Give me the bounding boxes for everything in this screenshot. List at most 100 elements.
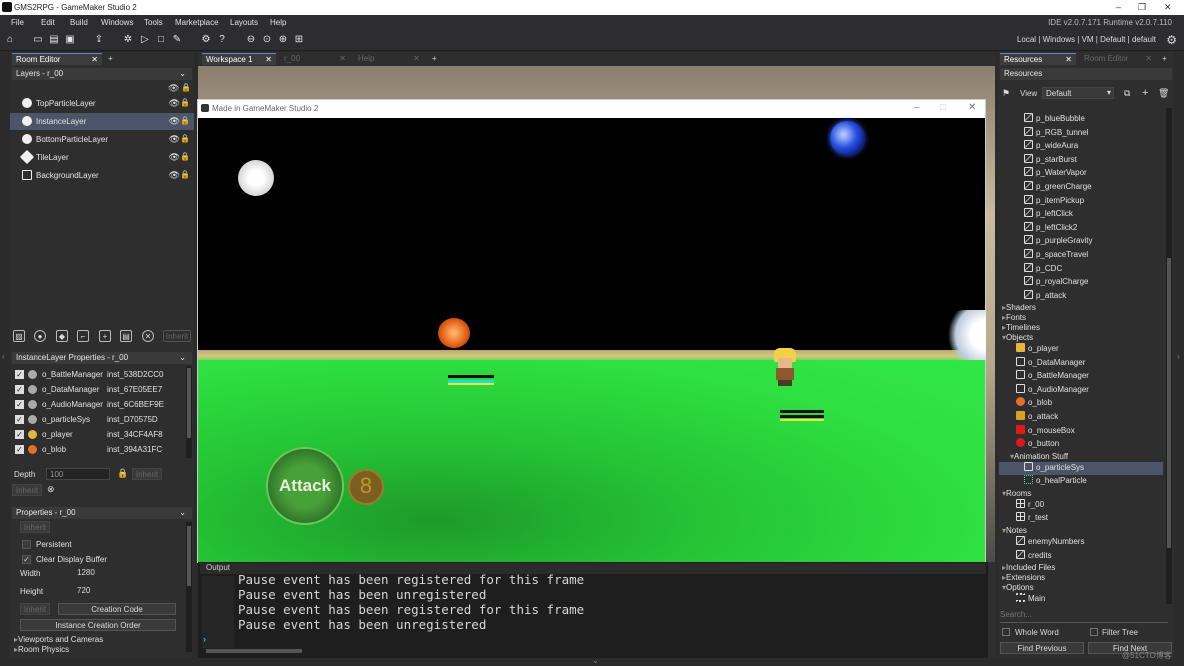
- resource-item[interactable]: o_button: [1016, 438, 1059, 451]
- layers-header[interactable]: Layers - r_00 ⌄: [12, 68, 192, 80]
- close-tab-icon[interactable]: ✕: [91, 55, 98, 64]
- home-icon[interactable]: ⌂: [4, 34, 16, 46]
- blob-enemy-sprite[interactable]: [438, 318, 470, 348]
- output-hscrollbar[interactable]: [202, 648, 980, 654]
- minimize-icon[interactable]: –: [914, 102, 920, 113]
- inherit-code-button[interactable]: Inherit: [20, 603, 50, 615]
- width-input[interactable]: 1280: [74, 567, 124, 579]
- instance-row[interactable]: ✓ o_player inst_34CF4AF8: [10, 427, 186, 442]
- resource-item[interactable]: p_leftClick: [1024, 208, 1073, 221]
- lock-icon[interactable]: 🔒: [180, 98, 190, 107]
- instance-row[interactable]: ✓ o_blob inst_394A31FC: [10, 442, 186, 457]
- viewports-section[interactable]: Viewports and Cameras: [14, 635, 103, 644]
- add-tab-icon[interactable]: +: [1158, 53, 1172, 65]
- checkbox[interactable]: ✓: [15, 400, 24, 409]
- tab-resources[interactable]: Resources ✕: [1000, 53, 1076, 65]
- view-select[interactable]: Default ▾: [1042, 87, 1114, 99]
- layer-instance[interactable]: InstanceLayer 👁 🔒: [10, 113, 194, 130]
- whole-word-checkbox[interactable]: [1002, 628, 1010, 636]
- resource-item[interactable]: enemyNumbers: [1016, 535, 1084, 549]
- checkbox[interactable]: ✓: [15, 430, 24, 439]
- resource-item[interactable]: p_itemPickup: [1024, 194, 1084, 208]
- room-physics-section[interactable]: Room Physics: [14, 645, 69, 654]
- add-background-layer-icon[interactable]: ▨: [13, 330, 25, 342]
- preferences-gear-icon[interactable]: ⚙: [1166, 33, 1177, 47]
- resource-item[interactable]: p_royalCharge: [1024, 276, 1088, 289]
- properties-header[interactable]: Properties - r_00 ⌄: [12, 507, 192, 519]
- debug-icon[interactable]: ✲: [122, 34, 134, 46]
- close-window-icon[interactable]: ✕: [1164, 2, 1172, 13]
- add-path-layer-icon[interactable]: ⌐: [77, 330, 89, 342]
- lock-icon[interactable]: 🔒: [117, 468, 128, 479]
- add-tab-icon[interactable]: +: [104, 53, 118, 65]
- resource-item[interactable]: o_BattleManager: [1016, 370, 1089, 383]
- layer-top-particle[interactable]: TopParticleLayer 👁 🔒: [10, 95, 194, 112]
- eye-icon[interactable]: 👁: [169, 170, 180, 181]
- resource-group[interactable]: Options: [1002, 583, 1034, 592]
- lock-icon[interactable]: 🔒: [181, 83, 191, 92]
- layer-tile[interactable]: TileLayer 👁 🔒: [10, 149, 194, 166]
- resources-scrollbar[interactable]: [1166, 108, 1172, 604]
- resource-item[interactable]: o_particleSys: [999, 461, 1163, 475]
- resource-item[interactable]: p_wideAura: [1024, 140, 1078, 153]
- menu-help[interactable]: Help: [270, 18, 286, 27]
- zoom-in-icon[interactable]: ⊕: [277, 34, 289, 46]
- instance-row[interactable]: ✓ o_DataManager inst_67E05EE7: [10, 382, 186, 397]
- close-tab-icon[interactable]: ✕: [265, 55, 272, 64]
- eye-icon[interactable]: 👁: [169, 98, 180, 109]
- resource-item[interactable]: p_starBurst: [1024, 153, 1077, 167]
- resource-item[interactable]: p_spaceTravel: [1024, 249, 1088, 262]
- reset-circle-icon[interactable]: ⊗: [47, 484, 55, 495]
- resource-item[interactable]: o_AudioManager: [1016, 383, 1089, 397]
- inherit-room-button[interactable]: Inherit: [20, 521, 50, 533]
- eye-icon[interactable]: 👁: [169, 116, 180, 127]
- menu-tools[interactable]: Tools: [144, 18, 163, 27]
- zoom-reset-icon[interactable]: ⊙: [261, 34, 273, 46]
- save-icon[interactable]: ▣: [64, 34, 76, 46]
- resource-item[interactable]: credits: [1016, 549, 1052, 563]
- close-tab-icon[interactable]: ✕: [339, 54, 346, 63]
- menu-marketplace[interactable]: Marketplace: [175, 18, 219, 27]
- lock-icon[interactable]: 🔒: [180, 170, 190, 179]
- lock-icon[interactable]: 🔒: [180, 152, 190, 161]
- lock-icon[interactable]: 🔒: [180, 134, 190, 143]
- resource-item[interactable]: p_purpleGravity: [1024, 235, 1092, 248]
- find-previous-button[interactable]: Find Previous: [1000, 642, 1084, 654]
- panel-collapse-chevron-icon[interactable]: ⌄: [592, 656, 599, 665]
- filter-tree-checkbox[interactable]: [1090, 628, 1098, 636]
- eye-icon[interactable]: 👁: [169, 152, 180, 163]
- instance-row[interactable]: ✓ o_particleSys inst_D70575D: [10, 412, 186, 427]
- new-project-icon[interactable]: ▭: [32, 34, 44, 46]
- resource-item[interactable]: o_attack: [1016, 411, 1058, 424]
- game-options-icon[interactable]: ⚙: [200, 34, 212, 46]
- resource-item[interactable]: p_greenCharge: [1024, 181, 1092, 194]
- close-tab-icon[interactable]: ✕: [413, 54, 420, 63]
- resource-item[interactable]: o_blob: [1016, 397, 1052, 410]
- clear-display-checkbox[interactable]: ✓: [22, 555, 31, 564]
- maximize-icon[interactable]: □: [940, 102, 946, 113]
- resource-group[interactable]: Fonts: [1002, 313, 1026, 322]
- delete-layer-icon[interactable]: ✕: [142, 330, 154, 342]
- layer-bottom-particle[interactable]: BottomParticleLayer 👁 🔒: [10, 131, 194, 148]
- add-tab-icon[interactable]: +: [428, 53, 442, 65]
- resource-group[interactable]: Objects: [1002, 333, 1033, 342]
- resource-item[interactable]: p_attack: [1024, 289, 1066, 303]
- tab-help[interactable]: Help ✕: [354, 53, 424, 65]
- heal-button-icon[interactable]: 8: [348, 469, 384, 505]
- search-input[interactable]: Search...: [1000, 610, 1168, 622]
- checkbox[interactable]: ✓: [15, 415, 24, 424]
- eye-icon[interactable]: 👁: [169, 134, 180, 145]
- persistent-checkbox[interactable]: [22, 540, 31, 549]
- minimize-icon[interactable]: –: [1116, 2, 1121, 12]
- resource-group[interactable]: Included Files: [1002, 563, 1055, 572]
- add-instance-layer-icon[interactable]: ●: [34, 330, 46, 342]
- resource-item[interactable]: o_DataManager: [1016, 356, 1085, 370]
- inherit-depth-button[interactable]: Inherit: [132, 468, 162, 480]
- zoom-out-icon[interactable]: ⊖: [245, 34, 257, 46]
- add-tile-layer-icon[interactable]: ◆: [56, 330, 68, 342]
- resource-group[interactable]: Timelines: [1002, 323, 1040, 332]
- resource-item[interactable]: Main: [1016, 592, 1045, 606]
- eye-icon[interactable]: 👁: [168, 83, 179, 94]
- resource-item[interactable]: p_WaterVapor: [1024, 167, 1087, 180]
- resource-item[interactable]: o_player: [1016, 343, 1059, 356]
